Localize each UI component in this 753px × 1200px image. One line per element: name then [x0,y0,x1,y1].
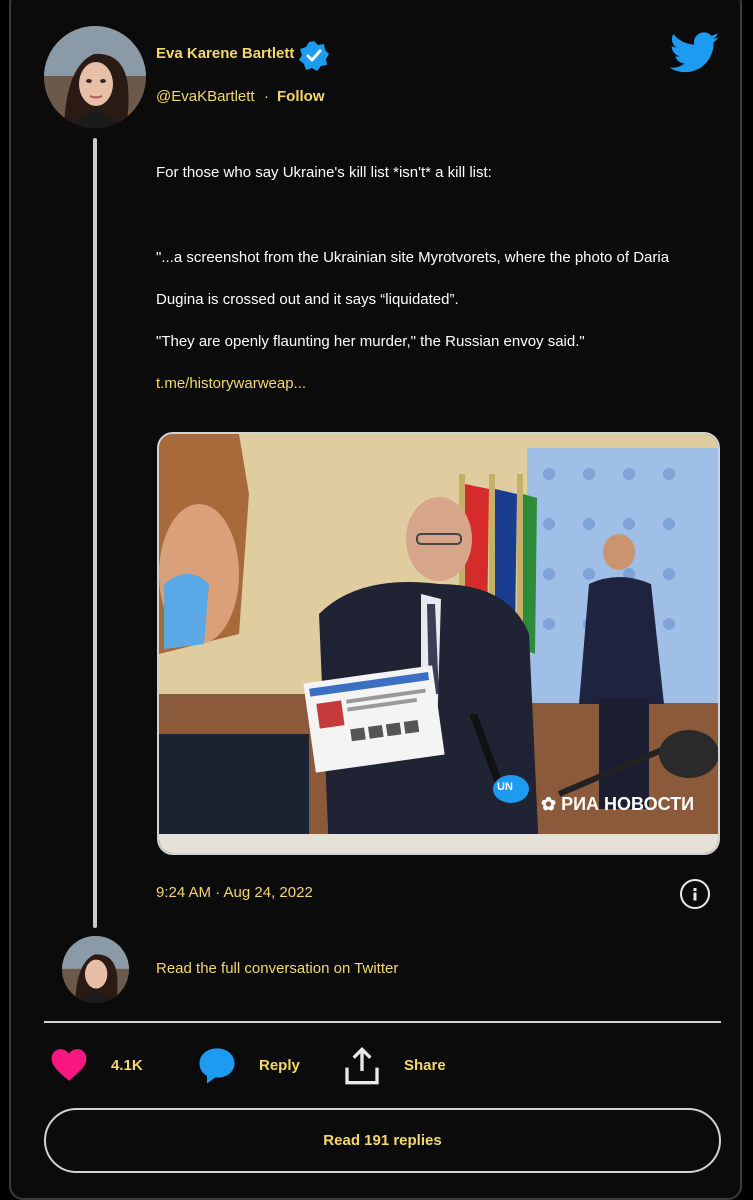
author-avatar[interactable] [44,26,146,128]
read-full-conversation-link[interactable]: Read the full conversation on Twitter [156,960,398,977]
reply-bubble-icon[interactable] [197,1045,237,1085]
ria-logo-icon: ✿ [541,794,557,814]
follow-link[interactable]: Follow [277,88,325,105]
read-replies-button[interactable]: Read 191 replies [44,1108,721,1173]
thread-line [93,138,97,928]
heart-icon[interactable] [50,1047,88,1083]
verified-badge-icon [298,40,330,72]
tweet-timestamp[interactable]: 9:24 AM · Aug 24, 2022 [156,884,313,901]
tweet-text-line: "...a screenshot from the Ukrainian site… [156,249,670,266]
tweet-text-line: For those who say Ukraine's kill list *i… [156,164,492,181]
like-count[interactable]: 4.1K [111,1057,143,1074]
share-icon[interactable] [342,1046,382,1086]
tweet-text-line: "They are openly flaunting her murder," … [156,333,585,350]
watermark-text: РИА НОВОСТИ [561,794,695,814]
tweet-text-line: Dugina is crossed out and it says “liqui… [156,291,459,308]
thread-avatar[interactable] [62,936,129,1003]
divider [44,1021,721,1023]
twitter-bird-icon[interactable] [669,32,720,74]
mic-label: UN [497,781,513,793]
reply-label[interactable]: Reply [259,1057,300,1074]
author-name[interactable]: Eva Karene Bartlett [156,45,294,62]
info-icon[interactable] [680,879,710,909]
author-handle[interactable]: @EvaKBartlett [156,88,255,105]
media-watermark: ✿ РИА НОВОСТИ [541,794,694,815]
separator-dot: · [264,88,269,105]
tweet-link[interactable]: t.me/historywarweap... [156,375,306,392]
tweet-photo[interactable]: ✿ РИА НОВОСТИ UN [157,432,720,855]
share-label[interactable]: Share [404,1057,446,1074]
